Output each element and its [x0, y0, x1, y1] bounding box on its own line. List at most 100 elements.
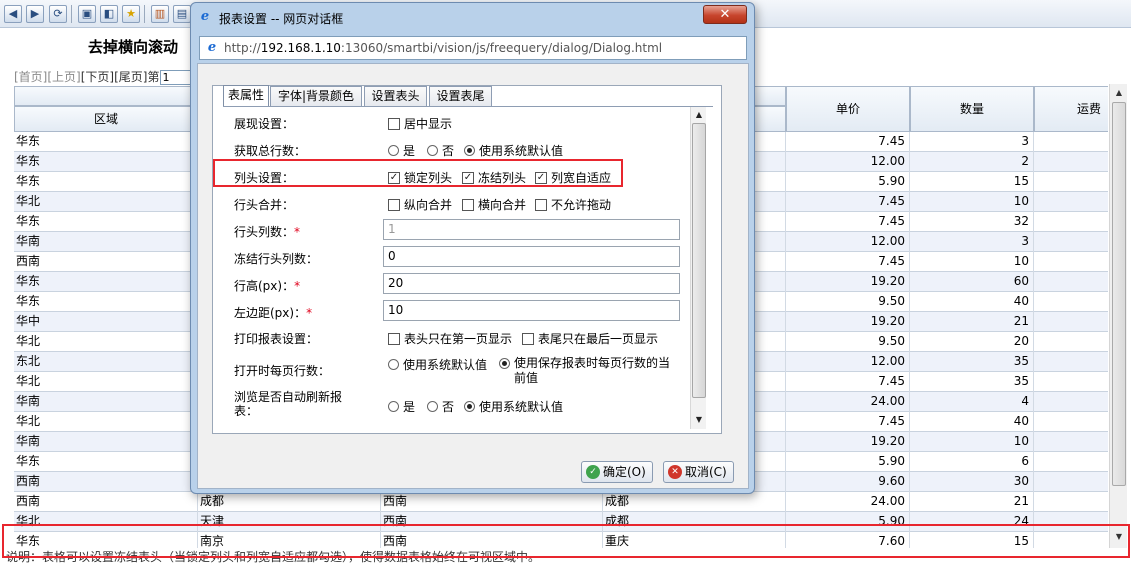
pager-next-link[interactable]: [下页] [81, 70, 114, 84]
checkbox-box[interactable] [462, 198, 474, 211]
header-freight-cell[interactable]: 运费 [1034, 86, 1108, 132]
scroll-up-arrow-icon[interactable]: ▲ [692, 108, 706, 122]
save-icon[interactable]: ▣ [78, 5, 96, 23]
table-cell-region: 华东 [14, 172, 198, 192]
table-cell-region: 西南 [14, 252, 198, 272]
freeze-row-header-cols-input[interactable]: 0 [383, 246, 680, 267]
no-drag-checkbox[interactable]: 不允许拖动 [535, 196, 611, 213]
tab-table-footer[interactable]: 设置表尾 [429, 86, 492, 106]
checkbox-box[interactable] [388, 332, 400, 345]
tab-font-bg-color[interactable]: 字体|背景颜色 [270, 86, 362, 106]
highlight-box-bottom [2, 524, 1130, 558]
radio-circle-selected[interactable] [499, 358, 510, 369]
table-cell-price: 19.20 [786, 272, 910, 292]
pager-prev-link[interactable]: [上页] [47, 70, 80, 84]
header-freight-label: 运费 [1077, 102, 1102, 116]
vertical-merge-checkbox[interactable]: 纵向合并 [388, 196, 452, 213]
ie-page-icon: e [207, 40, 217, 55]
auto-refresh-no-radio[interactable]: 否 [427, 398, 454, 415]
radio-circle[interactable] [388, 359, 399, 370]
cancel-button[interactable]: ✕ 取消(C) [663, 461, 734, 483]
display-settings-label: 展现设置： [234, 117, 295, 131]
header-qty-cell[interactable]: 数量 [910, 86, 1034, 132]
save-as-icon[interactable]: ◧ [100, 5, 118, 23]
table-cell-region: 华北 [14, 332, 198, 352]
settings-form-scrollbar[interactable]: ▲ ▼ [690, 107, 706, 429]
total-rows-no-radio[interactable]: 否 [427, 142, 454, 159]
checkbox-box[interactable] [535, 198, 547, 211]
tab-table-properties[interactable]: 表属性 [223, 85, 269, 107]
pager-page-input[interactable] [159, 70, 192, 85]
favorite-star-icon[interactable]: ★ [122, 5, 140, 23]
toolbar-separator [71, 5, 72, 23]
table-cell-qty: 60 [910, 272, 1034, 292]
export-icon[interactable]: ▤ [173, 5, 191, 23]
table-cell-price: 12.00 [786, 232, 910, 252]
table-cell-qty: 2 [910, 152, 1034, 172]
table-cell-freight [1034, 352, 1108, 372]
table-cell-qty: 6 [910, 452, 1034, 472]
rows-per-page-label: 打开时每页行数： [234, 364, 331, 378]
dialog-close-button[interactable]: ✕ [703, 5, 747, 24]
table-cell-price: 9.50 [786, 332, 910, 352]
tab-table-header[interactable]: 设置表头 [364, 86, 427, 106]
auto-refresh-label: 浏览是否自动刷新报表： [234, 390, 343, 418]
auto-refresh-yes-radio[interactable]: 是 [388, 398, 415, 415]
left-margin-input[interactable]: 10 [383, 300, 680, 321]
table-cell-qty: 10 [910, 432, 1034, 452]
pager-first-link[interactable]: [首页] [14, 70, 47, 84]
refresh-icon[interactable]: ⟳ [49, 5, 67, 23]
table-cell-freight [1034, 192, 1108, 212]
center-display-checkbox[interactable]: 居中显示 [388, 115, 452, 132]
checkbox-box[interactable] [388, 198, 400, 211]
total-rows-default-radio[interactable]: 使用系统默认值 [464, 142, 563, 159]
table-cell-price: 7.45 [786, 192, 910, 212]
scroll-thumb[interactable] [692, 123, 706, 398]
table-cell-freight [1034, 172, 1108, 192]
table-cell-price: 9.60 [786, 472, 910, 492]
pager-last-link[interactable]: [尾页] [114, 70, 147, 84]
table-cell-price: 7.45 [786, 212, 910, 232]
radio-circle-selected[interactable] [464, 401, 475, 412]
radio-circle[interactable] [388, 145, 399, 156]
auto-refresh-default-radio[interactable]: 使用系统默认值 [464, 398, 563, 415]
dialog-url: http://192.168.1.10:13060/smartbi/vision… [224, 41, 663, 55]
print-footer-last-page-checkbox[interactable]: 表尾只在最后一页显示 [522, 330, 658, 347]
table-cell-freight [1034, 132, 1108, 152]
radio-circle-selected[interactable] [464, 145, 475, 156]
checkbox-box[interactable] [388, 117, 400, 130]
table-row[interactable]: 西南 成都 西南 成都 24.00 21 [14, 492, 1108, 512]
chart-icon[interactable]: ▥ [151, 5, 169, 23]
radio-circle[interactable] [427, 145, 438, 156]
back-icon[interactable]: ◀ [4, 5, 22, 23]
rows-per-page-saved-radio[interactable]: 使用保存报表时每页行数的当前值 [499, 356, 679, 386]
table-cell-c2: 成都 [198, 492, 381, 512]
scroll-down-arrow-icon[interactable]: ▼ [692, 413, 706, 427]
header-price-cell[interactable]: 单价 [786, 86, 910, 132]
forward-icon[interactable]: ▶ [26, 5, 44, 23]
dialog-titlebar[interactable]: e 报表设置 -- 网页对话框 ✕ [191, 3, 754, 31]
header-region-cell[interactable]: 区域 [14, 106, 198, 132]
freeze-row-header-cols-label: 冻结行头列数： [234, 252, 319, 266]
total-rows-yes-radio[interactable]: 是 [388, 142, 415, 159]
table-cell-qty: 3 [910, 132, 1034, 152]
row-header-cols-input[interactable]: 1 [383, 219, 680, 240]
page-vertical-scrollbar[interactable]: ▲ ▼ [1109, 84, 1127, 548]
table-cell-qty: 20 [910, 332, 1034, 352]
radio-circle[interactable] [388, 401, 399, 412]
checkbox-box[interactable] [522, 332, 534, 345]
table-cell-freight [1034, 152, 1108, 172]
rows-per-page-default-radio[interactable]: 使用系统默认值 [388, 356, 487, 373]
table-cell-qty: 40 [910, 292, 1034, 312]
ok-button[interactable]: ✓ 确定(O) [581, 461, 653, 483]
header-qty-label: 数量 [959, 102, 984, 116]
table-cell-price: 12.00 [786, 152, 910, 172]
print-header-first-page-checkbox[interactable]: 表头只在第一页显示 [388, 330, 512, 347]
horizontal-merge-checkbox[interactable]: 横向合并 [462, 196, 526, 213]
table-cell-freight [1034, 312, 1108, 332]
radio-circle[interactable] [427, 401, 438, 412]
scroll-up-arrow-icon[interactable]: ▲ [1112, 86, 1126, 100]
scroll-thumb[interactable] [1112, 102, 1126, 486]
row-height-input[interactable]: 20 [383, 273, 680, 294]
table-cell-region: 华南 [14, 392, 198, 412]
